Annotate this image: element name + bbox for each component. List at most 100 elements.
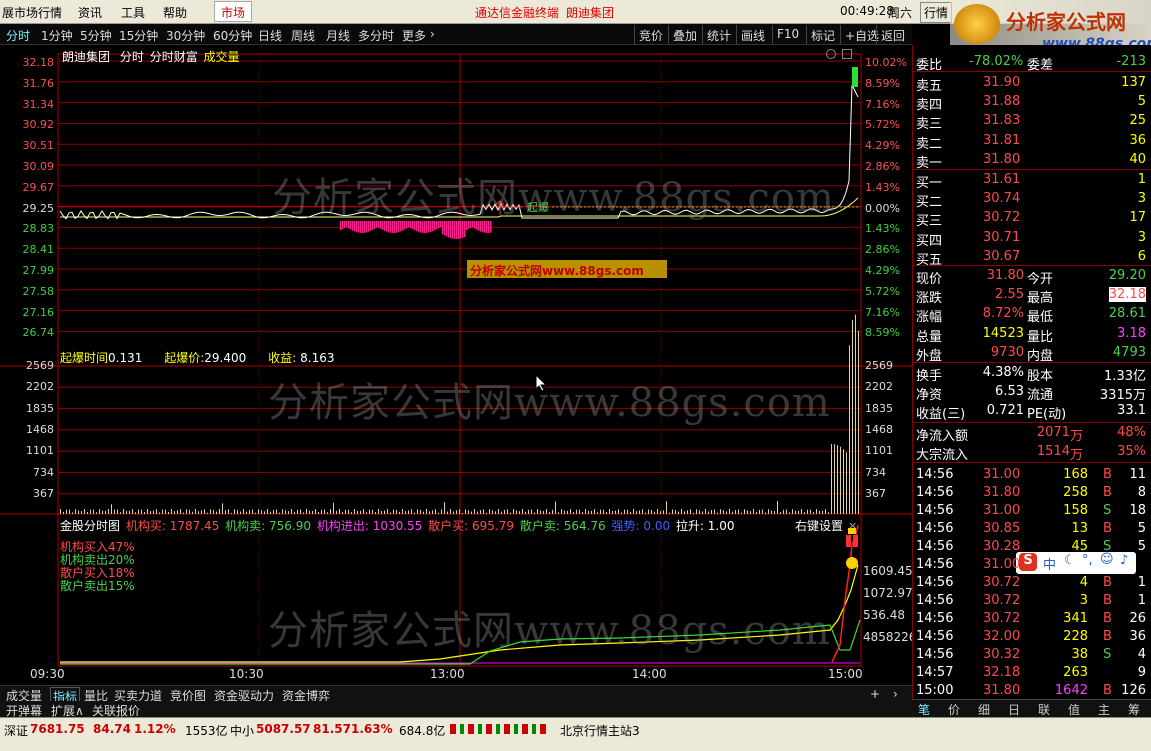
volume-tick-label: 1468 [26,422,54,436]
legend-retail-sell: 散户卖出15% [60,579,135,593]
price-tick-label: 28.41 [22,243,55,257]
tab-30min[interactable]: 30分钟 [166,27,205,44]
tick-side: B [1103,521,1112,536]
quote-row: 14:56 32.00 228 B 36 [913,627,1151,646]
tab-detail[interactable]: 细 [978,701,990,718]
tick-volume: 38 [1071,647,1088,662]
tab-5min[interactable]: 5分钟 [80,27,112,44]
stat-value: 32.18 [1108,287,1146,303]
tab-daily[interactable]: 日线 [258,27,282,44]
close-icon[interactable]: × [848,519,857,532]
bid-volume: 6 [1137,248,1146,264]
quotes-button[interactable]: 行情 [920,2,953,23]
retail-sell: 散户卖: 564.76 [519,519,606,533]
tab-price[interactable]: 价 [948,701,960,718]
menu-info[interactable]: 资讯 [78,4,102,21]
quote-row: 14:56 30.72 341 B 26 [913,609,1151,628]
tab-more[interactable]: 更多 [402,27,426,44]
order-ratio-value: -78.02% [969,54,1024,69]
tick-volume: 168 [1063,467,1088,482]
tab-trades[interactable]: 笔 [918,701,930,718]
auction-button[interactable]: 竞价 [634,25,667,44]
tick-side: B [1103,593,1112,608]
chevron-right-icon[interactable]: › [430,27,435,41]
sz-percent: 1.12% [134,722,176,736]
fund-axis-label: 4858226 [863,630,917,644]
price-tick-label: 30.51 [22,139,55,153]
flow-unit: 万 [1070,448,1084,464]
bid-label: 买一 [916,176,943,191]
tab-intraday[interactable]: 分时 [6,27,30,44]
tab-value[interactable]: 值 [1068,701,1080,718]
stat-value: 8.72% [982,306,1024,322]
f10-button[interactable]: F10 [772,25,803,44]
zx-amount: 684.8亿 [399,724,446,738]
stat-label: 量比 [1027,329,1054,345]
menu-tools[interactable]: 工具 [121,4,145,21]
draw-button[interactable]: 画线 [736,25,769,44]
overlay-button[interactable]: 叠加 [668,25,701,44]
plus-icon[interactable]: + [870,687,880,701]
tab-weekly[interactable]: 周线 [291,27,315,44]
ask-label: 卖五 [916,79,943,94]
pct-tick-label: 7.16% [865,305,900,319]
stat-value: 4793 [1112,344,1146,360]
volume-axis-left: 2569 2202 1835 1468 1101 734 367 [0,359,57,515]
fin-value: 1.33亿 [1104,369,1146,384]
maximize-icon[interactable] [842,49,852,59]
chevron-right-icon[interactable]: › [893,687,898,701]
volume-tick-label: 734 [33,465,54,479]
quote-row: 买一 31.61 1 [913,170,1151,191]
tab-multi-intraday[interactable]: 多分时 [358,27,394,44]
menu-market-quotes[interactable]: 展市场行情 [2,4,62,21]
menu-market-button[interactable]: 市场 [214,1,253,22]
tick-count: 26 [1129,611,1146,626]
tick-count: 36 [1129,629,1146,644]
settings-icon[interactable] [826,49,836,59]
tab-15min[interactable]: 15分钟 [119,27,158,44]
back-button[interactable]: 返回 [876,25,909,44]
quote-row: 卖一 31.80 40 [913,150,1151,171]
quote-row: 买五 30.67 6 [913,247,1151,268]
stat-label: 最高 [1027,291,1054,307]
ask-price: 31.80 [983,151,1021,167]
flow-unit: 万 [1070,429,1084,444]
tab-1min[interactable]: 1分钟 [41,27,73,44]
tab-chips[interactable]: 筹 [1128,701,1140,718]
quote-row: 卖三 31.83 25 [913,111,1151,132]
price-tick-label: 30.92 [22,118,55,132]
fund-header: 金股分时图 机构买: 1787.45 机构卖: 756.90 机构进出: 103… [60,517,735,534]
tick-side: S [1103,647,1112,662]
stats-button[interactable]: 统计 [702,25,735,44]
quote-row: 14:56 31.00 [913,555,1151,574]
bid-volume: 3 [1137,191,1146,207]
quote-row: 卖四 31.88 5 [913,92,1151,113]
price-tick-label: 31.34 [22,97,55,111]
fin-value: 4.38% [982,365,1024,380]
flow-value: 1514 [1036,444,1070,460]
fin-label: 流通 [1027,388,1054,404]
menu-help[interactable]: 帮助 [163,4,187,21]
tab-main[interactable]: 主 [1098,701,1110,718]
tick-time: 14:56 [916,557,954,572]
tab-daily[interactable]: 日 [1008,701,1020,718]
right-click-settings[interactable]: 右键设置 [795,517,843,534]
tick-side: S [1103,539,1112,554]
server-name[interactable]: 北京行情主站3 [560,722,640,739]
clock: 00:49:28 [840,4,894,18]
mark-button[interactable]: 标记 [806,25,839,44]
quote-row: 买二 30.74 3 [913,189,1151,210]
quote-row: 14:56 30.72 3 B 1 [913,591,1151,610]
tab-linked[interactable]: 联 [1038,701,1050,718]
tab-60min[interactable]: 60分钟 [213,27,252,44]
tick-side: B [1103,629,1112,644]
pct-tick-label: 8.59% [865,326,900,340]
zx-label: 中小 [230,724,255,738]
tab-monthly[interactable]: 月线 [326,27,350,44]
zx-index: 5087.57 [256,722,311,736]
mouse-cursor-icon [535,374,547,392]
smiley-icon [846,557,858,569]
volume-tick-label: 367 [865,486,886,500]
bid-volume: 17 [1129,210,1146,226]
ask-price: 31.88 [983,94,1021,110]
